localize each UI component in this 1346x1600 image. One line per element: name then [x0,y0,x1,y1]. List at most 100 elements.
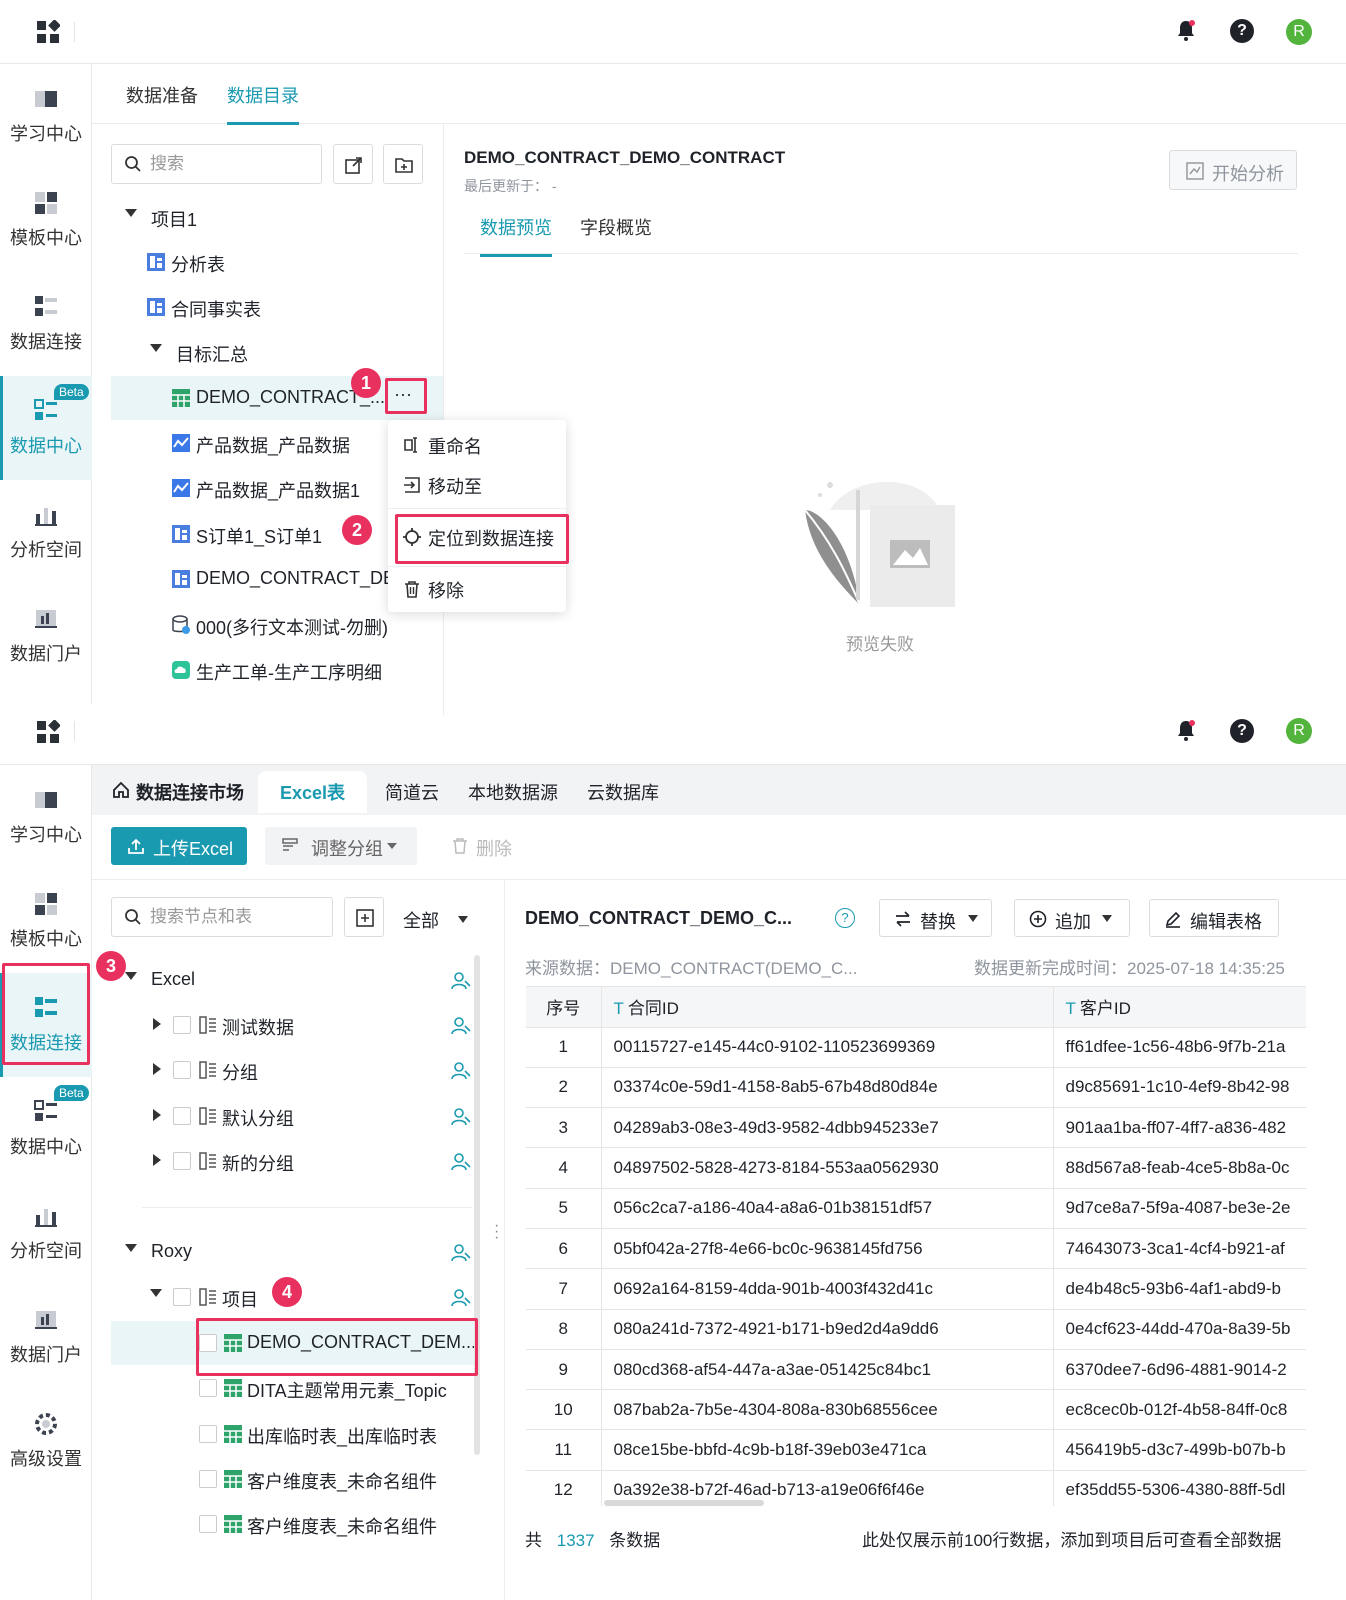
help-icon[interactable]: ? [1230,19,1254,43]
user-permission-icon[interactable] [451,1288,471,1308]
nav-template-center[interactable]: 模板中心 [0,869,92,973]
table-row[interactable]: 1 00115727-e145-44c0-9102-110523699369 ff6… [526,1027,1306,1068]
column-header-index[interactable]: 序号 [526,987,602,1028]
expand-all-button[interactable] [344,897,384,937]
table-row[interactable]: 11 08ce15be-bbfd-4c9b-b18f-39eb03e471ca 45… [526,1429,1306,1471]
tab-jiandaoyun[interactable]: 简道云 [385,779,439,805]
tree-table-outbound[interactable]: 出库临时表_出库临时表 [111,1412,476,1456]
expand-button[interactable] [333,144,373,184]
checkbox[interactable] [199,1379,217,1397]
bell-icon[interactable] [1174,19,1198,43]
table-row[interactable]: 7 0692a164-8159-4dda-901b-4003f432d41c de4… [526,1268,1306,1310]
user-permission-icon[interactable] [451,1061,471,1081]
table-row[interactable]: 2 03374c0e-59d1-4158-8ab5-67b48d80d84e d9c… [526,1067,1306,1109]
nav-learning-center[interactable]: 学习中心 [0,765,92,869]
tab-data-catalog[interactable]: 数据目录 [227,82,299,125]
tree-group-group[interactable]: 分组 [111,1048,476,1092]
tree-table-customer-2[interactable]: 客户维度表_未命名组件 [111,1502,476,1546]
tree-item-contract-fact[interactable]: 合同事实表 [111,285,441,329]
nav-data-center[interactable]: Beta 数据中心 [0,376,92,480]
checkbox[interactable] [199,1425,217,1443]
tree-scrollbar[interactable] [474,955,480,1455]
tree-item-order[interactable]: S订单1_S订单1 [111,512,341,556]
user-permission-icon[interactable] [451,1152,471,1172]
app-grid-icon[interactable] [36,20,60,44]
tree-item-demo-contract-2[interactable]: DEMO_CONTRACT_DEI [111,557,388,601]
column-header-customer-id[interactable]: T 客户ID [1053,987,1306,1028]
nav-data-portal[interactable]: 数据门户 [0,1285,92,1389]
tree-item-product-data[interactable]: 产品数据_产品数据 [111,421,391,465]
table-row[interactable]: 9 080cd368-af54-447a-a3ae-051425c84bc1 637… [526,1349,1306,1391]
checkbox[interactable] [173,1152,191,1170]
checkbox[interactable] [199,1515,217,1533]
tree-node-excel[interactable]: Excel [111,958,476,1002]
nav-analysis-space[interactable]: 分析空间 [0,480,92,584]
delete-button[interactable]: 删除 [452,835,512,861]
menu-item-rename[interactable]: 重命名 [388,424,566,464]
nav-data-center[interactable]: Beta 数据中心 [0,1077,92,1181]
tree-node-roxy[interactable]: Roxy [111,1230,476,1274]
tree-group-new[interactable]: 新的分组 [111,1139,476,1183]
nav-advanced-settings[interactable]: 高级设置 [0,1389,92,1493]
tab-field-overview[interactable]: 字段概览 [580,214,652,254]
menu-item-move-to[interactable]: 移动至 [388,464,566,504]
search-field[interactable] [150,898,326,936]
search-input[interactable] [111,144,322,184]
resize-handle-icon[interactable]: · · · [494,1218,499,1246]
upload-excel-button[interactable]: 上传Excel [111,827,247,865]
table-row[interactable]: 4 04897502-5828-4273-8184-553aa0562930 88d… [526,1147,1306,1189]
nav-analysis-space[interactable]: 分析空间 [0,1181,92,1285]
tree-project[interactable]: 项目1 [111,195,441,239]
tab-data-preview[interactable]: 数据预览 [480,214,552,257]
checkbox[interactable] [199,1470,217,1488]
new-folder-button[interactable] [383,144,423,184]
table-row[interactable]: 8 080a241d-7372-4921-b171-b9ed2d4a9dd6 0e4… [526,1309,1306,1350]
tab-cloud-db[interactable]: 云数据库 [587,779,659,805]
help-circle-icon[interactable]: ? [835,908,855,928]
horizontal-scrollbar[interactable] [604,1500,764,1506]
user-permission-icon[interactable] [451,1107,471,1127]
checkbox[interactable] [173,1107,191,1125]
menu-item-remove[interactable]: 移除 [388,568,566,608]
append-button[interactable]: 追加 [1014,899,1130,937]
replace-button[interactable]: 替换 [879,899,992,937]
user-permission-icon[interactable] [451,971,471,991]
table-row[interactable]: 3 04289ab3-08e3-49d3-9582-4dbb945233e7 901… [526,1107,1306,1149]
table-row[interactable]: 10 087bab2a-7b5e-4304-808a-830b68556cee ec… [526,1389,1306,1431]
node-search-input[interactable] [111,897,333,937]
nav-learning-center[interactable]: 学习中心 [0,64,92,168]
analysis-space-icon [35,508,57,526]
search-field[interactable] [150,145,318,183]
tab-excel[interactable]: Excel表 [258,771,368,813]
regroup-button[interactable]: 调整分组 [265,827,417,865]
bell-icon[interactable] [1174,719,1198,743]
help-icon[interactable]: ? [1230,719,1254,743]
tree-item-analysis-table[interactable]: 分析表 [111,240,441,284]
nav-data-portal[interactable]: 数据门户 [0,584,92,688]
user-permission-icon[interactable] [451,1243,471,1263]
checkbox[interactable] [173,1061,191,1079]
filter-dropdown[interactable]: 全部 [403,907,468,933]
column-header-contract-id[interactable]: T 合同ID [601,987,1054,1028]
tree-group-test-data[interactable]: 测试数据 [111,1003,476,1047]
tab-local-source[interactable]: 本地数据源 [468,779,558,805]
tree-item-product-data-1[interactable]: 产品数据_产品数据1 [111,466,391,510]
avatar[interactable]: R [1286,19,1312,45]
checkbox[interactable] [173,1288,191,1306]
checkbox[interactable] [173,1016,191,1034]
tab-data-preparation[interactable]: 数据准备 [126,82,198,122]
nav-template-center[interactable]: 模板中心 [0,168,92,272]
avatar[interactable]: R [1286,718,1312,744]
start-analysis-button[interactable]: 开始分析 [1169,150,1297,190]
tree-group-target-summary[interactable]: 目标汇总 [111,330,441,374]
table-row[interactable]: 5 056c2ca7-a186-40a4-a8a6-01b38151df57 9d7… [526,1188,1306,1229]
tab-connection-market[interactable]: 数据连接市场 [112,779,244,805]
tree-group-default[interactable]: 默认分组 [111,1094,476,1138]
user-permission-icon[interactable] [451,1016,471,1036]
table-row[interactable]: 6 05bf042a-27f8-4e66-bc0c-9638145fd756 746… [526,1228,1306,1270]
tree-table-customer-1[interactable]: 客户维度表_未命名组件 [111,1457,476,1501]
app-grid-icon[interactable] [36,720,60,744]
edit-table-button[interactable]: 编辑表格 [1149,899,1279,937]
nav-data-connection[interactable]: 数据连接 [0,272,92,376]
tree-item-production-order[interactable]: 生产工单-生产工序明细 [111,648,441,692]
